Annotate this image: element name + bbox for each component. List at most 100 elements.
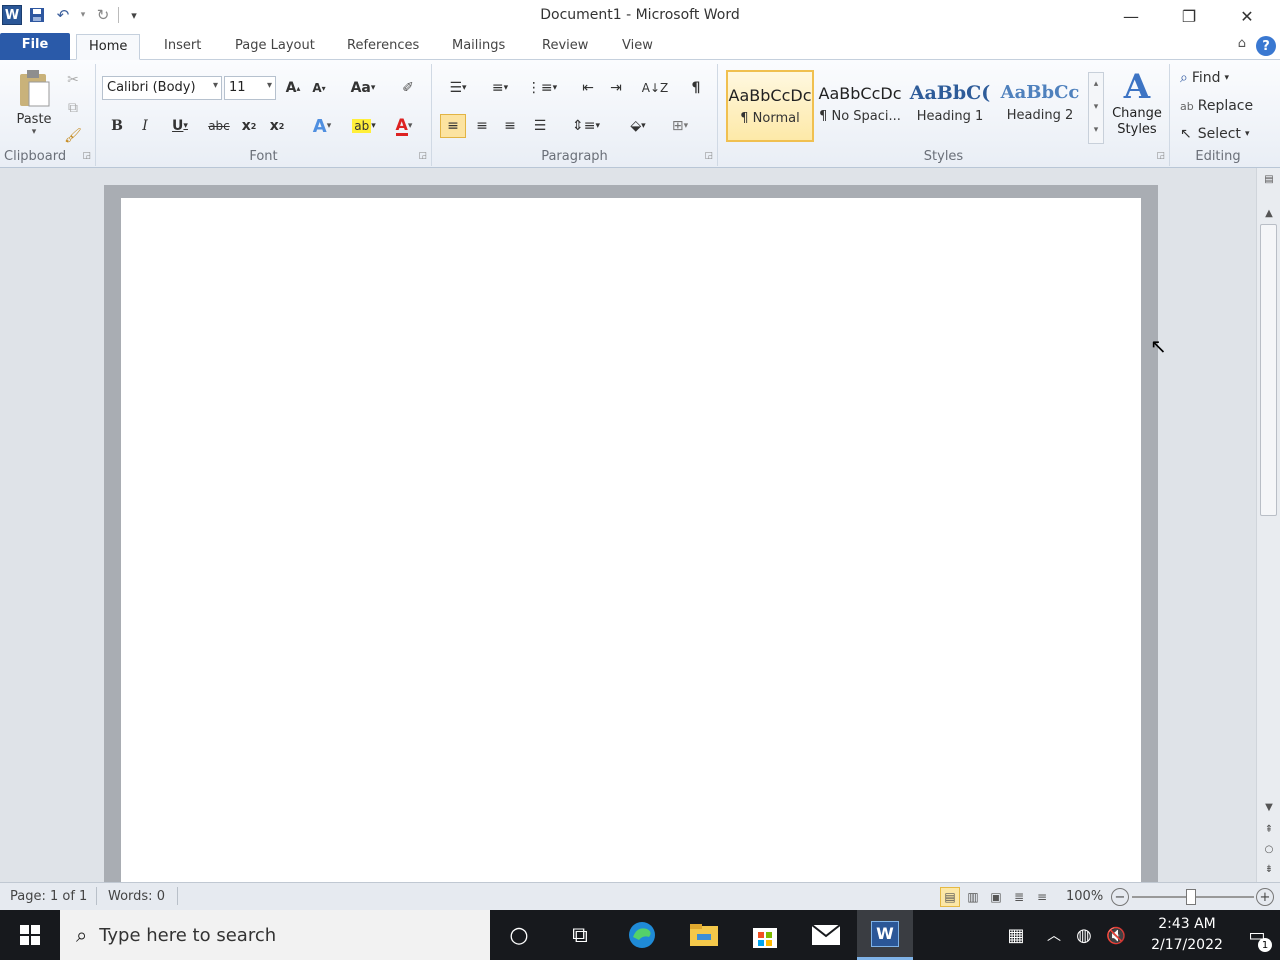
clipboard-launcher-icon[interactable]: ◲	[82, 151, 91, 161]
restore-button[interactable]: ❐	[1160, 0, 1218, 32]
decrease-indent-icon[interactable]: ⇤	[576, 76, 600, 100]
file-explorer-icon[interactable]	[676, 910, 732, 960]
cut-icon[interactable]: ✂	[62, 68, 84, 92]
news-icon[interactable]: ▦	[998, 910, 1034, 960]
change-case-icon[interactable]: Aa ▾	[348, 76, 378, 100]
select-button[interactable]: ↖ Select ▾	[1180, 122, 1260, 146]
help-icon[interactable]: ?	[1256, 36, 1276, 56]
scroll-down-icon[interactable]: ▼	[1257, 798, 1280, 816]
start-button[interactable]	[0, 910, 60, 960]
font-name-combo[interactable]: Calibri (Body) ▾	[102, 76, 222, 100]
tab-insert[interactable]: Insert	[152, 34, 213, 60]
tab-references[interactable]: References	[335, 34, 431, 60]
zoom-level[interactable]: 100%	[1066, 889, 1103, 904]
format-painter-icon[interactable]: 🖌	[62, 124, 84, 148]
replace-button[interactable]: ab Replace	[1180, 94, 1266, 118]
styles-gallery-scroll[interactable]: ▴ ▾ ▾	[1088, 72, 1104, 144]
mail-icon[interactable]	[798, 910, 854, 960]
tab-mailings[interactable]: Mailings	[440, 34, 517, 60]
font-size-combo[interactable]: 11 ▾	[224, 76, 276, 100]
grow-font-icon[interactable]: A ▴	[282, 76, 304, 100]
zoom-slider-thumb[interactable]	[1186, 889, 1196, 905]
taskbar-clock[interactable]: 2:43 AM 2/17/2022	[1142, 914, 1232, 956]
scroll-thumb[interactable]	[1260, 224, 1277, 516]
align-right-icon[interactable]: ≡	[498, 114, 522, 138]
tab-review[interactable]: Review	[530, 34, 600, 60]
paste-icon	[20, 70, 50, 107]
font-launcher-icon[interactable]: ◲	[418, 151, 427, 161]
notifications-icon[interactable]: ▭ 1	[1234, 910, 1280, 960]
underline-icon[interactable]: U ▾	[162, 114, 198, 138]
edge-browser-icon[interactable]	[614, 910, 670, 960]
style-sample: AaBbCcDc	[818, 84, 902, 103]
cortana-icon[interactable]: ○	[491, 910, 547, 960]
find-button[interactable]: ⌕ Find ▾	[1180, 66, 1260, 90]
bold-icon[interactable]: B	[106, 114, 128, 138]
style-heading-1[interactable]: AaBbC( Heading 1	[906, 70, 994, 142]
tab-file[interactable]: File	[0, 33, 70, 60]
text-effects-icon[interactable]: A ▾	[306, 114, 338, 138]
draft-icon[interactable]: ≡	[1032, 887, 1052, 907]
print-layout-icon[interactable]: ▤	[940, 887, 960, 907]
zoom-in-icon[interactable]: +	[1256, 888, 1274, 906]
copy-icon[interactable]: ⧉	[62, 96, 84, 120]
numbering-icon[interactable]: ≡ ▾	[482, 76, 518, 100]
zoom-out-icon[interactable]: −	[1111, 888, 1129, 906]
style-normal[interactable]: AaBbCcDc ¶ Normal	[726, 70, 814, 142]
justify-icon[interactable]: ☰	[528, 114, 552, 138]
show-formatting-marks-icon[interactable]: ¶	[684, 76, 708, 100]
volume-muted-icon[interactable]: 🔇	[1102, 910, 1130, 960]
title-bar: W ↶ ▾ ↻ ▾ Document1 - Microsoft Word — ❐…	[0, 0, 1280, 32]
highlight-icon[interactable]: ab ▾	[344, 114, 384, 138]
align-center-icon[interactable]: ≡	[470, 114, 494, 138]
tab-home[interactable]: Home	[76, 34, 141, 60]
style-heading-2[interactable]: AaBbCc Heading 2	[996, 70, 1084, 142]
styles-group-label: Styles	[923, 149, 964, 164]
align-left-icon[interactable]: ≡	[440, 114, 466, 138]
clipboard-group-label: Clipboard	[4, 149, 67, 164]
full-screen-reading-icon[interactable]: ▥	[963, 887, 983, 907]
task-view-icon[interactable]: ⧉	[552, 910, 608, 960]
chevron-down-icon: ▾	[212, 80, 218, 91]
increase-indent-icon[interactable]: ⇥	[604, 76, 628, 100]
multilevel-list-icon[interactable]: ⋮≡ ▾	[524, 76, 560, 100]
shrink-font-icon[interactable]: A ▾	[308, 76, 330, 100]
tab-page-layout[interactable]: Page Layout	[223, 34, 327, 60]
outline-icon[interactable]: ≣	[1009, 887, 1029, 907]
change-styles-button[interactable]: A Change Styles	[1108, 68, 1166, 148]
browse-object-icon[interactable]: ○	[1257, 840, 1280, 858]
shading-icon[interactable]: ⬙ ▾	[620, 114, 656, 138]
borders-icon[interactable]: ⊞ ▾	[662, 114, 698, 138]
word-count[interactable]: Words: 0	[108, 889, 165, 904]
close-button[interactable]: ✕	[1218, 0, 1276, 32]
italic-icon[interactable]: I	[134, 114, 156, 138]
line-spacing-icon[interactable]: ⇕≡ ▾	[568, 114, 604, 138]
tab-view[interactable]: View	[610, 34, 665, 60]
word-taskbar-icon[interactable]: W	[857, 910, 913, 960]
paste-button[interactable]: Paste ▾	[12, 68, 56, 140]
subscript-icon[interactable]: x2	[238, 114, 260, 138]
scroll-up-icon[interactable]: ▲	[1257, 204, 1280, 222]
font-color-icon[interactable]: A ▾	[388, 114, 420, 138]
sort-icon[interactable]: A↓Z	[642, 76, 668, 100]
network-globe-icon[interactable]: ◍	[1070, 910, 1098, 960]
web-layout-icon[interactable]: ▣	[986, 887, 1006, 907]
paragraph-launcher-icon[interactable]: ◲	[704, 151, 713, 161]
minimize-button[interactable]: —	[1102, 0, 1160, 32]
taskbar-search-box[interactable]: ⌕ Type here to search	[60, 910, 490, 960]
bullets-icon[interactable]: ☰ ▾	[440, 76, 476, 100]
show-hidden-icons-icon[interactable]: ︿	[1040, 910, 1068, 960]
strikethrough-icon[interactable]: abc	[206, 114, 232, 138]
style-no-spacing[interactable]: AaBbCcDc ¶ No Spaci...	[816, 70, 904, 142]
view-ruler-icon[interactable]: ▤	[1257, 170, 1280, 188]
page-count[interactable]: Page: 1 of 1	[10, 889, 87, 904]
minimize-ribbon-icon[interactable]: ⌂	[1238, 36, 1246, 51]
superscript-icon[interactable]: x2	[266, 114, 288, 138]
next-page-icon[interactable]: ⇟	[1257, 860, 1280, 878]
document-page[interactable]	[121, 198, 1141, 888]
clear-formatting-icon[interactable]: ✐	[396, 76, 420, 100]
microsoft-store-icon[interactable]	[737, 910, 793, 960]
vertical-scrollbar[interactable]: ▤ ▲ ▼ ⇞ ○ ⇟	[1256, 168, 1280, 882]
styles-launcher-icon[interactable]: ◲	[1156, 151, 1165, 161]
previous-page-icon[interactable]: ⇞	[1257, 820, 1280, 838]
